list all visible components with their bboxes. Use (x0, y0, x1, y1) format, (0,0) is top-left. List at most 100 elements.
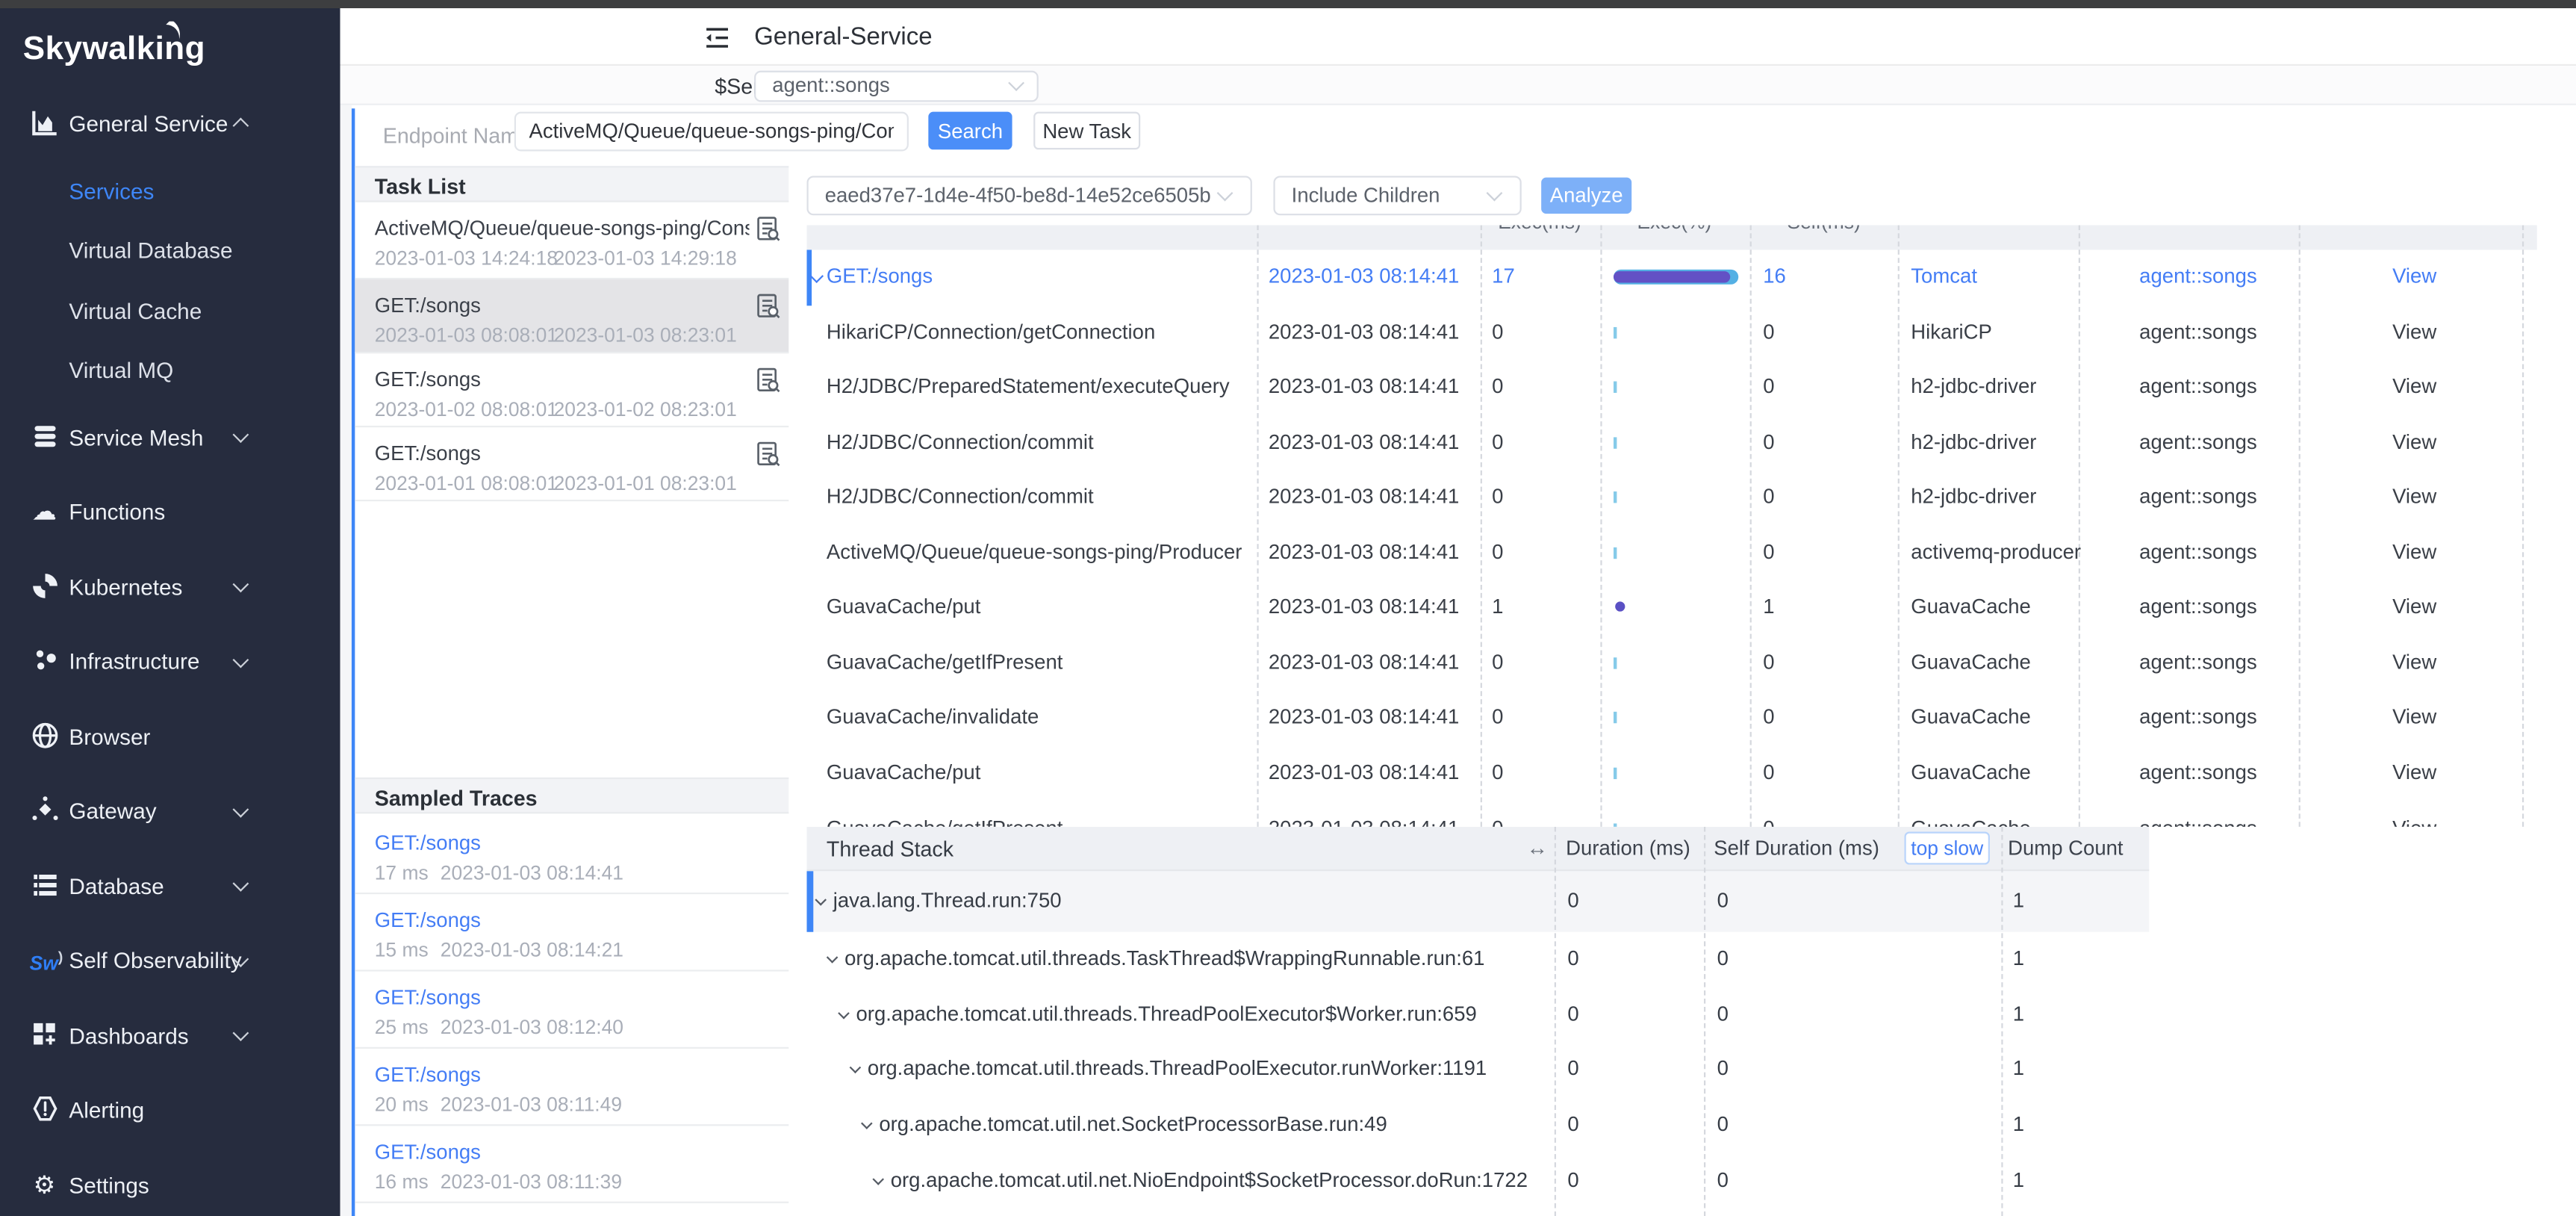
column-divider (1704, 827, 1705, 1216)
span-name[interactable]: HikariCP/Connection/getConnection (827, 320, 1155, 343)
search-button[interactable]: Search (928, 112, 1012, 150)
sampled-trace-item[interactable]: GET:/songs25 ms2023-01-03 08:12:40 (355, 972, 788, 1049)
span-row: ActiveMQ/Queue/queue-songs-ping/Producer… (806, 526, 2576, 581)
sidebar-item-settings[interactable]: ⚙Settings (0, 1161, 340, 1210)
trace-endpoint-link[interactable]: GET:/songs (375, 1064, 750, 1087)
view-link[interactable]: View (2392, 320, 2436, 343)
span-self-ms: 0 (1763, 706, 1774, 729)
span-exec-ms: 1 (1492, 595, 1503, 618)
span-self-ms: 0 (1763, 320, 1774, 343)
trace-endpoint-link[interactable]: GET:/songs (375, 832, 750, 855)
span-api: GuavaCache (1911, 651, 2031, 674)
sidebar-item-self-observability[interactable]: Sw)Self Observability (0, 936, 340, 985)
span-name[interactable]: H2/JDBC/Connection/commit (827, 430, 1094, 453)
view-link[interactable]: View (2392, 540, 2436, 563)
view-link[interactable]: View (2392, 761, 2436, 784)
task-log-icon[interactable] (756, 215, 780, 249)
top-slow-button[interactable]: top slow (1904, 832, 1989, 865)
sampled-trace-item[interactable]: GET:/songs16 ms2023-01-03 08:11:39 (355, 1126, 788, 1203)
span-name[interactable]: GuavaCache/getIfPresent (827, 651, 1063, 674)
page-title: General-Service (754, 23, 933, 51)
sidebar-item-alerting[interactable]: Alerting (0, 1085, 340, 1135)
span-start-time: 2023-01-03 08:14:41 (1269, 264, 1459, 288)
span-name[interactable]: H2/JDBC/PreparedStatement/executeQuery (827, 375, 1230, 398)
chevron-down-icon (1487, 185, 1503, 202)
view-link[interactable]: View (2392, 430, 2436, 453)
task-log-icon[interactable] (756, 293, 780, 327)
sampled-trace-item[interactable]: GET:/songs15 ms2023-01-03 08:14:21 (355, 894, 788, 971)
span-api: h2-jdbc-driver (1911, 486, 2036, 509)
view-link[interactable]: View (2392, 816, 2436, 827)
span-start-time: 2023-01-03 08:14:41 (1269, 540, 1459, 563)
stack-frame-row[interactable]: org.apache.tomcat.util.net.SocketProcess… (806, 1098, 2149, 1153)
span-name[interactable]: GuavaCache/put (827, 761, 980, 784)
resize-icon[interactable]: ↔ (1526, 835, 1548, 860)
sidebar-item-database[interactable]: Database (0, 861, 340, 911)
sidebar-item-service-mesh[interactable]: Service Mesh (0, 412, 340, 462)
span-application: agent::songs (2139, 761, 2257, 784)
span-name[interactable]: GET:/songs (827, 264, 933, 288)
sidebar-item-general-service[interactable]: General Service (0, 99, 340, 148)
span-name[interactable]: GuavaCache/put (827, 595, 980, 618)
span-start-time: 2023-01-03 08:14:41 (1269, 430, 1459, 453)
span-exec-indicator (1614, 415, 1738, 471)
endpoint-name-label: Endpoint Name: (383, 123, 536, 148)
trace-endpoint-link[interactable]: GET:/songs (375, 986, 750, 1009)
chevron-down-icon (232, 875, 249, 892)
endpoint-name-input[interactable] (514, 112, 909, 152)
span-name[interactable]: GuavaCache/getIfPresent (827, 816, 1063, 827)
view-link[interactable]: View (2392, 375, 2436, 398)
sidebar-item-virtual-database[interactable]: Virtual Database (0, 226, 340, 276)
sidebar-item-kubernetes[interactable]: Kubernetes (0, 562, 340, 612)
frame-dump-count: 1 (2013, 1058, 2024, 1081)
view-link[interactable]: View (2392, 486, 2436, 509)
sidebar-item-gateway[interactable]: Gateway (0, 787, 340, 836)
view-link[interactable]: View (2392, 595, 2436, 618)
span-application: agent::songs (2139, 540, 2257, 563)
stack-frame-row[interactable]: org.apache.tomcat.util.threads.TaskThrea… (806, 932, 2149, 987)
sidebar-item-browser[interactable]: Browser (0, 712, 340, 761)
chevron-down-icon (232, 1025, 249, 1041)
sidebar-item-virtual-mq[interactable]: Virtual MQ (0, 346, 340, 395)
stack-frame-row[interactable]: org.apache.tomcat.util.net.NioEndpoint$S… (806, 1153, 2149, 1208)
task-item[interactable]: ActiveMQ/Queue/queue-songs-ping/Consumer… (355, 202, 788, 279)
sidebar-item-services[interactable]: Services (0, 166, 340, 215)
task-item[interactable]: GET:/songs2023-01-03 08:08:012023-01-03 … (355, 279, 788, 353)
span-name[interactable]: ActiveMQ/Queue/queue-songs-ping/Producer (827, 540, 1242, 563)
span-name[interactable]: H2/JDBC/Connection/commit (827, 486, 1094, 509)
menu-fold-icon[interactable] (705, 26, 729, 58)
sampled-trace-item[interactable]: GET:/songs20 ms2023-01-03 08:11:49 (355, 1049, 788, 1126)
task-item[interactable]: GET:/songs2023-01-02 08:08:012023-01-02 … (355, 353, 788, 427)
span-name[interactable]: GuavaCache/invalidate (827, 706, 1039, 729)
view-link[interactable]: View (2392, 651, 2436, 674)
sidebar-item-label: Virtual MQ (69, 359, 173, 383)
stack-frame-row[interactable]: org.apache.tomcat.util.threads.ThreadPoo… (806, 1043, 2149, 1098)
sidebar-item-virtual-cache[interactable]: Virtual Cache (0, 286, 340, 335)
sidebar-item-infrastructure[interactable]: Infrastructure (0, 637, 340, 686)
chevron-down-icon (232, 651, 249, 668)
clipped-column-header: Exec(ms) (1474, 225, 1605, 249)
stack-frame-row[interactable]: org.apache.tomcat.util.threads.ThreadPoo… (806, 987, 2149, 1043)
trace-endpoint-link[interactable]: GET:/songs (375, 909, 750, 932)
new-task-button[interactable]: New Task (1033, 112, 1140, 150)
trace-select[interactable]: eaed37e7-1d4e-4f50-be8d-14e52ce6505b (806, 176, 1251, 215)
task-endpoint: GET:/songs (375, 442, 750, 465)
frame-duration: 0 (1567, 1113, 1578, 1136)
sidebar-item-dashboards[interactable]: Dashboards (0, 1011, 340, 1060)
frame-dump-count: 1 (2013, 947, 2024, 970)
task-item[interactable]: GET:/songs2023-01-01 08:08:012023-01-01 … (355, 427, 788, 501)
task-log-icon[interactable] (756, 441, 780, 475)
view-link[interactable]: View (2392, 264, 2436, 288)
analyze-button[interactable]: Analyze (1541, 178, 1631, 214)
task-log-icon[interactable] (756, 367, 780, 401)
sampled-trace-item[interactable]: GET:/songs17 ms2023-01-03 08:14:41 (355, 817, 788, 894)
sidebar-item-functions[interactable]: ☁Functions (0, 487, 340, 536)
include-children-select[interactable]: Include Children (1273, 176, 1521, 215)
sidebar-item-label: Browser (69, 724, 150, 748)
stack-frame-row[interactable]: java.lang.Thread.run:750001 (806, 871, 2149, 931)
chevron-down-icon (850, 1063, 862, 1075)
service-select[interactable]: agent::songs (754, 70, 1039, 102)
task-start-time: 2023-01-02 08:08:01 (375, 398, 558, 421)
trace-endpoint-link[interactable]: GET:/songs (375, 1141, 750, 1164)
view-link[interactable]: View (2392, 706, 2436, 729)
